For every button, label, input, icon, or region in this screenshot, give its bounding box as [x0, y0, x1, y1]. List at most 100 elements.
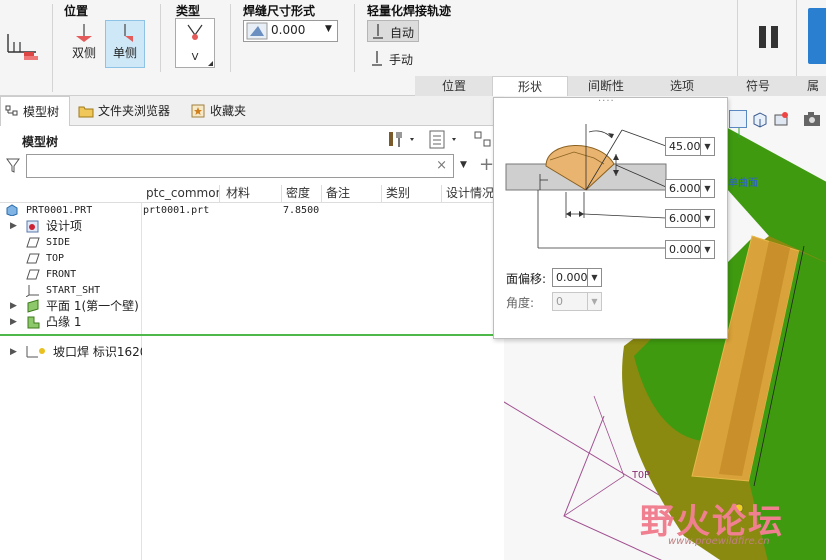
single-side-icon [124, 24, 133, 42]
tab-options[interactable]: 选项 [646, 76, 718, 96]
tab-symbol[interactable]: 符号 [722, 76, 794, 96]
tab-model-tree[interactable]: 模型树 [0, 96, 70, 126]
sheetmetal-wall-icon [27, 299, 39, 313]
columns-icon [474, 131, 491, 147]
tab-folder-browser[interactable]: 文件夹浏览器 [76, 96, 182, 126]
navigator-tabs: 模型树 文件夹浏览器 收藏夹 [0, 96, 493, 126]
face-offset-label: 面偏移: [506, 272, 547, 286]
tree-row-flange[interactable]: ▶ 凸缘 1 [0, 314, 140, 330]
expand-icon[interactable]: ▶ [10, 344, 17, 360]
single-side-button[interactable]: 单侧 [105, 20, 145, 68]
tree-row-design-items[interactable]: ▶ 设计项 [0, 218, 140, 234]
saved-views-icon[interactable] [751, 110, 769, 128]
double-side-button[interactable]: 双侧 [64, 20, 104, 68]
chevron-down-icon[interactable]: ▼ [700, 137, 715, 156]
tab-shape[interactable]: 形状 [492, 76, 568, 96]
surface-label: 单曲面 [728, 178, 758, 189]
column-ptc-common[interactable]: ptc_common_r [142, 185, 220, 202]
datum-plane-icon [26, 237, 40, 248]
tree-row-side[interactable]: SIDE [0, 234, 140, 250]
tab-intermittent[interactable]: 间断性 [570, 76, 642, 96]
tree-settings-button[interactable] [386, 130, 420, 150]
drag-handle[interactable]: ···· [598, 96, 615, 107]
column-material[interactable]: 材料 [222, 185, 282, 202]
camera-icon[interactable] [802, 110, 826, 128]
double-side-icon [76, 24, 92, 42]
ok-button[interactable] [808, 8, 826, 64]
favorites-icon [191, 104, 205, 118]
list-icon [429, 130, 456, 149]
groove-weld-icon [26, 346, 45, 358]
auto-button[interactable]: 自动 [367, 20, 419, 42]
tree-row-groove-weld[interactable]: ▶ 坡口焊 标识1620 [0, 344, 142, 360]
dropdown-corner-icon [208, 61, 213, 66]
model-tree-icon [5, 105, 18, 116]
folder-icon [78, 106, 94, 118]
tree-row-start-sht[interactable]: START_SHT [0, 282, 140, 298]
tab-folder-browser-label: 文件夹浏览器 [98, 104, 171, 118]
filter-icon[interactable] [6, 158, 20, 174]
pause-button[interactable] [757, 24, 781, 50]
tab-favorites[interactable]: 收藏夹 [188, 96, 254, 126]
tab-favorites-label: 收藏夹 [210, 104, 247, 118]
tree-row-plane-wall[interactable]: ▶ 平面 1(第一个壁) [0, 298, 140, 314]
chevron-down-icon: ▼ [325, 24, 332, 34]
chevron-down-icon[interactable]: ▼ [700, 209, 715, 228]
tools-icon [389, 132, 414, 147]
size-form-dropdown[interactable]: 0.000 ▼ [243, 20, 338, 42]
weld-type-dropdown[interactable]: V [175, 18, 215, 68]
part-name: PRT0001.PRT [26, 205, 93, 216]
part-icon [6, 204, 18, 216]
separator [52, 4, 53, 92]
column-category[interactable]: 类别 [382, 185, 442, 202]
column-density[interactable]: 密度 [282, 185, 322, 202]
column-design-state[interactable]: 设计情况 [442, 185, 494, 202]
tree-view-button[interactable] [428, 130, 462, 150]
expand-icon[interactable]: ▶ [10, 218, 17, 234]
tree-row-top[interactable]: TOP [0, 250, 140, 266]
trajectory-group-title: 轻量化焊接轨迹 [367, 4, 452, 18]
tab-position[interactable]: 位置 [420, 76, 488, 96]
face-offset-input[interactable]: 0.000 [552, 268, 588, 287]
angle-input[interactable]: 0 [552, 292, 588, 311]
tree-label: TOP [46, 253, 65, 264]
plane-label: TOP [632, 470, 651, 481]
part-ptc-value: prt0001.prt [143, 205, 210, 216]
view-orient-icon[interactable] [729, 110, 747, 128]
tab-properties[interactable]: 属 [800, 76, 826, 96]
tree-row-front[interactable]: FRONT [0, 266, 140, 282]
manual-label: 手动 [389, 53, 414, 67]
chevron-down-icon[interactable]: ▼ [587, 292, 602, 311]
flange-icon [27, 316, 40, 329]
tree-search-input[interactable]: × [26, 154, 454, 178]
manual-button[interactable]: 手动 [367, 48, 419, 70]
insert-indicator [0, 334, 504, 336]
clear-icon[interactable]: × [436, 158, 447, 173]
expand-icon[interactable]: ▶ [10, 314, 17, 330]
auto-weld-icon [373, 24, 383, 39]
datum-plane-icon [26, 269, 40, 280]
auto-label: 自动 [390, 26, 415, 40]
tree-label: 凸缘 1 [46, 315, 82, 329]
tree-column-button[interactable] [474, 130, 494, 150]
v-groove-icon [187, 24, 203, 40]
datum-plane-icon [26, 253, 40, 264]
separator [796, 0, 797, 76]
chevron-down-icon[interactable]: ▼ [700, 179, 715, 198]
search-options-icon[interactable]: ▼ [460, 160, 467, 170]
display-style-icon[interactable] [773, 110, 791, 128]
angle-label: 角度: [506, 296, 535, 310]
add-icon[interactable]: + [479, 154, 494, 175]
chevron-down-icon[interactable]: ▼ [587, 268, 602, 287]
coordinate-system-icon [26, 285, 39, 297]
tab-model-tree-label: 模型树 [23, 105, 60, 119]
position-group-title: 位置 [64, 4, 89, 18]
double-side-label: 双侧 [71, 46, 96, 60]
tree-label: START_SHT [46, 285, 101, 296]
separator [354, 4, 355, 72]
weld-tool-icon[interactable] [4, 30, 40, 64]
expand-icon[interactable]: ▶ [10, 298, 17, 314]
chevron-down-icon[interactable]: ▼ [700, 240, 715, 259]
tree-label: 坡口焊 标识1620 [53, 345, 142, 359]
column-notes[interactable]: 备注 [322, 185, 382, 202]
